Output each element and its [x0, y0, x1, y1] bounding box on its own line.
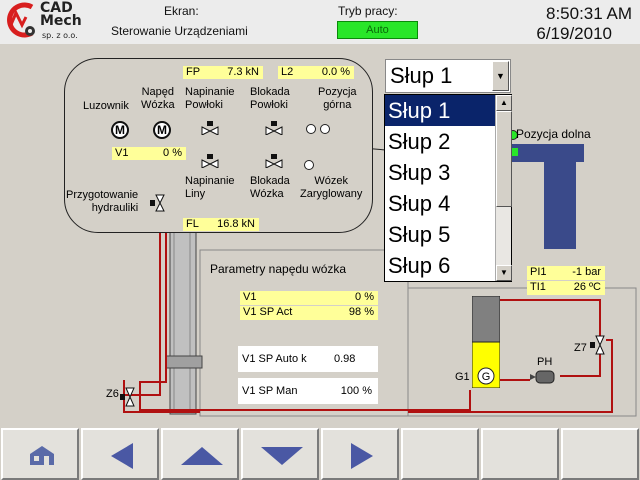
- params-v1-sp-act-row: V1 SP Act 98 %: [240, 306, 378, 320]
- v1-label: V1: [115, 147, 129, 159]
- params-v1-value: 0 %: [355, 291, 374, 303]
- naped-wozka-label: Napęd Wózka: [141, 86, 175, 111]
- v1-sp-man-field[interactable]: V1 SP Man 100 %: [238, 378, 378, 404]
- params-title: Parametry napędu wózka: [210, 262, 347, 276]
- column-option[interactable]: Słup 6: [385, 250, 511, 281]
- v1-value: 0 %: [163, 147, 182, 159]
- pi1-value: -1 bar: [572, 266, 601, 278]
- v1-sp-man-label: V1 SP Man: [242, 385, 298, 397]
- column-select-list[interactable]: Słup 1 Słup 2 Słup 3 Słup 4 Słup 5 Słup …: [384, 94, 512, 282]
- column-option[interactable]: Słup 3: [385, 157, 511, 188]
- column-select[interactable]: Słup 1 ▼: [385, 59, 511, 93]
- wozek-zaryglowany-label: Wózek Zaryglowany: [300, 175, 363, 200]
- pi1-label: PI1: [530, 266, 547, 278]
- params-v1-sp-act-value: 98 %: [348, 306, 374, 318]
- function-button-7[interactable]: [481, 428, 559, 480]
- prev-button[interactable]: [81, 428, 159, 480]
- chevron-down-icon[interactable]: ▼: [492, 61, 509, 91]
- valve-blokada-powloki-icon[interactable]: [265, 121, 283, 135]
- fl-label: FL: [186, 218, 199, 230]
- luzownik-label: Luzownik: [83, 100, 129, 112]
- v1-sp-auto-value: 0.98: [334, 353, 356, 365]
- column-option[interactable]: Słup 5: [385, 219, 511, 250]
- g1-label: G1: [455, 371, 470, 383]
- arrow-right-icon: [351, 443, 373, 469]
- blokada-powloki-label: Blokada Powłoki: [250, 86, 290, 111]
- arrow-left-icon: [111, 443, 133, 469]
- v1-sp-auto-field[interactable]: V1 SP Auto k 0.98: [238, 346, 378, 372]
- trolley-carriage: [165, 355, 203, 369]
- valve-z7-icon[interactable]: [590, 334, 606, 356]
- pozycja-gorna-label: Pozycja górna: [318, 86, 357, 111]
- list-scrollbar[interactable]: ▲ ▼: [495, 95, 512, 281]
- fl-value: 16.8 kN: [217, 218, 255, 230]
- przygotowanie-hydrauliki-label: Przygotowanie hydrauliki: [66, 189, 139, 214]
- down-button[interactable]: [241, 428, 319, 480]
- napinanie-powloki-label: Napinanie Powłoki: [185, 86, 235, 111]
- column-option[interactable]: Słup 2: [385, 126, 511, 157]
- svg-text:G: G: [482, 371, 491, 383]
- valve-przygotowanie-icon[interactable]: [150, 194, 166, 212]
- next-button[interactable]: [321, 428, 399, 480]
- tank-g1-icon[interactable]: G: [472, 296, 500, 388]
- fp-label: FP: [186, 66, 201, 78]
- napinanie-liny-label: Napinanie Liny: [185, 175, 235, 200]
- params-v1-sp-act-label: V1 SP Act: [243, 306, 293, 318]
- lamp-pozycja-gorna-1-icon: [306, 124, 316, 134]
- column-select-value: Słup 1: [390, 63, 453, 88]
- l2-label: L2: [281, 66, 294, 78]
- v1-bubble-readout: V1 0 %: [112, 147, 186, 160]
- motor-naped-wozka-icon[interactable]: M: [153, 121, 171, 139]
- scroll-down-icon[interactable]: ▼: [496, 265, 512, 281]
- z7-label: Z7: [574, 342, 587, 354]
- v1-sp-man-value: 100 %: [340, 385, 372, 397]
- pump-ph-icon[interactable]: [528, 368, 560, 386]
- ti1-label: TI1: [530, 281, 546, 293]
- column-option[interactable]: Słup 4: [385, 188, 511, 219]
- up-button[interactable]: [161, 428, 239, 480]
- l2-readout: L2 0.0 %: [278, 66, 354, 79]
- params-v1-label: V1: [243, 291, 257, 303]
- valve-napinanie-powloki-icon[interactable]: [201, 121, 219, 135]
- params-v1-row: V1 0 %: [240, 291, 378, 305]
- nav-footer: [0, 428, 640, 480]
- v1-sp-auto-label: V1 SP Auto k: [242, 353, 307, 365]
- l2-value: 0.0 %: [321, 66, 350, 78]
- scroll-up-icon[interactable]: ▲: [496, 95, 512, 111]
- function-button-6[interactable]: [401, 428, 479, 480]
- pi1-readout: PI1 -1 bar: [527, 266, 605, 280]
- scrollbar-thumb[interactable]: [496, 111, 512, 207]
- motor-luzownik-icon[interactable]: M: [111, 121, 129, 139]
- z6-label: Z6: [106, 388, 119, 400]
- home-icon: [30, 446, 54, 465]
- lamp-wozek-zaryglowany-icon: [304, 160, 314, 170]
- valve-blokada-wozka-icon[interactable]: [265, 154, 283, 168]
- fp-readout: FP 7.3 kN: [183, 66, 263, 79]
- valve-napinanie-liny-icon[interactable]: [201, 154, 219, 168]
- blokada-wozka-label: Blokada Wózka: [250, 175, 290, 200]
- fp-value: 7.3 kN: [227, 66, 259, 78]
- valve-z6-icon[interactable]: [120, 386, 136, 408]
- pozycja-dolna-label: Pozycja dolna: [516, 127, 591, 141]
- arrow-down-icon: [261, 447, 303, 465]
- fl-readout: FL 16.8 kN: [183, 218, 259, 231]
- arrow-up-icon: [181, 447, 223, 465]
- function-button-8[interactable]: [561, 428, 639, 480]
- lamp-pozycja-gorna-2-icon: [320, 124, 330, 134]
- home-button[interactable]: [1, 428, 79, 480]
- column-option[interactable]: Słup 1: [385, 95, 511, 126]
- ti1-value: 26 ºC: [573, 281, 601, 293]
- ti1-readout: TI1 26 ºC: [527, 281, 605, 295]
